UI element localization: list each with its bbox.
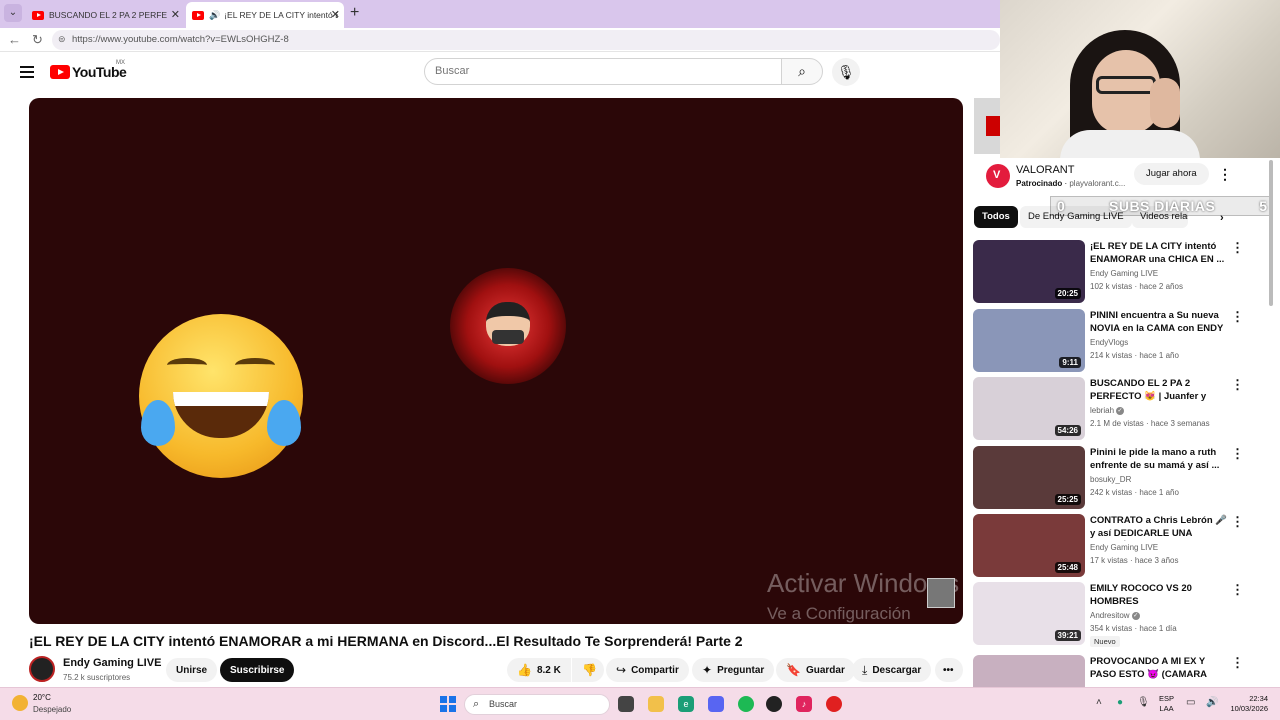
video-thumbnail[interactable]: 20:25 bbox=[973, 240, 1085, 303]
windows-taskbar: 20°C Despejado ⌕ Buscar e ♪ ˄ ● 🎙 ESP LAA… bbox=[0, 687, 1280, 720]
list-item[interactable]: 9:11 PININI encuentra a Su nueva NOVIA e… bbox=[973, 309, 1273, 373]
chip-todos[interactable]: Todos bbox=[974, 206, 1018, 228]
more-vert-icon[interactable]: ⋮ bbox=[1231, 309, 1244, 325]
laughing-emoji-image bbox=[139, 314, 303, 478]
thumbs-up-icon: 👍 bbox=[517, 663, 532, 677]
activate-windows-subtext: Ve a Configuración bbox=[767, 604, 911, 623]
sponsored-ad[interactable]: VALORANT Patrocinado · playvalorant.c...… bbox=[974, 156, 1266, 196]
subscriber-count: 75.2 k suscriptores bbox=[63, 673, 131, 682]
video-thumbnail[interactable]: 25:25 bbox=[973, 446, 1085, 509]
channel-avatar[interactable] bbox=[29, 656, 55, 682]
share-arrow-icon: ↪ bbox=[616, 663, 627, 677]
verified-check-icon: ✓ bbox=[1131, 611, 1140, 620]
tab-list-chevron-icon[interactable]: ⌄ bbox=[4, 4, 22, 22]
download-icon: ⤓ bbox=[862, 662, 868, 677]
list-item[interactable]: 20:25 ¡EL REY DE LA CITY intentó ENAMORA… bbox=[973, 240, 1273, 304]
new-tab-plus-icon[interactable]: + bbox=[350, 4, 359, 22]
address-bar-row: ← ↻ ⊜ https://www.youtube.com/watch?v=EW… bbox=[0, 28, 1000, 52]
video-thumbnail[interactable]: 39:21 bbox=[973, 582, 1085, 645]
sidebar-scrollbar[interactable] bbox=[1269, 160, 1273, 306]
microphone-icon[interactable]: 🎙 bbox=[832, 58, 860, 86]
list-item[interactable]: 54:26 BUSCANDO EL 2 PA 2 PERFECTO 😻 | Ju… bbox=[973, 377, 1273, 441]
speaker-icon[interactable]: 🔊 bbox=[209, 10, 220, 21]
tiktok-icon[interactable]: ♪ bbox=[796, 696, 812, 712]
more-actions-button[interactable]: ••• bbox=[935, 658, 963, 682]
more-vert-icon[interactable]: ⋮ bbox=[1231, 377, 1244, 393]
reload-icon[interactable]: ↻ bbox=[32, 32, 43, 48]
download-button[interactable]: ⤓ Descargar bbox=[852, 658, 932, 682]
video-thumbnail[interactable] bbox=[973, 655, 1085, 687]
search-input[interactable]: Buscar bbox=[424, 58, 782, 85]
url-field[interactable]: ⊜ https://www.youtube.com/watch?v=EWLsOH… bbox=[52, 30, 1000, 50]
dislike-button[interactable]: 👎 bbox=[572, 658, 604, 682]
browser-tab-2[interactable]: 🔊 ¡EL REY DE LA CITY intentó ENAMORAR a … bbox=[186, 2, 344, 28]
recording-app-icon[interactable] bbox=[826, 696, 842, 712]
more-vert-icon[interactable]: ⋮ bbox=[1231, 582, 1244, 598]
weather-sun-icon[interactable] bbox=[12, 695, 28, 711]
ad-thumbnail[interactable] bbox=[974, 98, 1000, 154]
sparkle-icon: ✦ bbox=[702, 663, 713, 677]
channel-name[interactable]: Endy Gaming LIVE bbox=[63, 657, 161, 669]
browser-tab-1[interactable]: BUSCANDO EL 2 PA 2 PERFECTO 😻 ✕ bbox=[26, 2, 184, 28]
like-button[interactable]: 👍 8.2 K bbox=[507, 658, 571, 682]
channel-avatar-graphic bbox=[450, 268, 566, 384]
youtube-play-logo-icon bbox=[50, 65, 70, 79]
more-vert-icon[interactable]: ⋮ bbox=[1231, 514, 1244, 530]
more-vert-icon[interactable]: ⋮ bbox=[1231, 446, 1244, 462]
more-dots-icon: ••• bbox=[943, 664, 954, 676]
bookmark-icon: 🔖 bbox=[786, 663, 801, 677]
save-button[interactable]: 🔖 Guardar bbox=[776, 658, 855, 682]
site-info-icon[interactable]: ⊜ bbox=[58, 34, 66, 45]
discord-icon[interactable] bbox=[708, 696, 724, 712]
tray-app-icon[interactable]: ● bbox=[1117, 697, 1123, 708]
subscribe-button[interactable]: Suscribirse bbox=[220, 658, 295, 682]
overlay-thumbnail-image bbox=[927, 578, 955, 608]
ask-button[interactable]: ✦ Preguntar bbox=[692, 658, 775, 682]
close-tab-icon[interactable]: ✕ bbox=[171, 8, 180, 21]
youtube-header: YouTube MX Buscar ⌕ 🎙 bbox=[0, 52, 1000, 92]
network-icon[interactable]: ▭ bbox=[1186, 697, 1195, 708]
list-item[interactable]: 39:21 EMILY ROCOCO VS 20 HOMBRES Andresi… bbox=[973, 582, 1273, 647]
hamburger-menu-icon[interactable] bbox=[20, 66, 34, 78]
volume-icon[interactable]: 🔊 bbox=[1206, 697, 1218, 708]
video-player[interactable]: Activar Windows Ve a Configuración bbox=[29, 98, 963, 624]
video-thumbnail[interactable]: 54:26 bbox=[973, 377, 1085, 440]
spotify-icon[interactable] bbox=[738, 696, 754, 712]
daily-subs-counter: 0 SUBS DIARIAS 5 bbox=[1050, 196, 1272, 216]
valorant-logo-icon bbox=[986, 164, 1010, 188]
list-item[interactable]: 25:48 CONTRATO a Chris Lebrón 🎤 y así DE… bbox=[973, 514, 1273, 578]
obs-icon[interactable] bbox=[766, 696, 782, 712]
ad-menu-icon[interactable]: ⋮ bbox=[1218, 166, 1232, 183]
back-arrow-icon[interactable]: ← bbox=[8, 32, 21, 47]
play-now-button[interactable]: Jugar ahora bbox=[1134, 163, 1209, 185]
video-thumbnail[interactable]: 9:11 bbox=[973, 309, 1085, 372]
new-badge: Nuevo bbox=[1090, 636, 1120, 647]
youtube-favicon-icon bbox=[192, 10, 204, 20]
more-vert-icon[interactable]: ⋮ bbox=[1231, 655, 1244, 671]
microphone-tray-icon[interactable]: 🎙 bbox=[1137, 697, 1150, 708]
edge-browser-icon[interactable]: e bbox=[678, 696, 694, 712]
more-vert-icon[interactable]: ⋮ bbox=[1231, 240, 1244, 256]
taskbar-search-input[interactable]: ⌕ Buscar bbox=[464, 694, 610, 715]
thumbs-down-icon: 👎 bbox=[582, 663, 597, 677]
join-button[interactable]: Unirse bbox=[166, 658, 218, 682]
windows-start-icon[interactable] bbox=[440, 696, 456, 712]
youtube-logo[interactable]: YouTube MX bbox=[50, 60, 127, 80]
list-item[interactable]: 25:25 Pinini le pide la mano a ruth enfr… bbox=[973, 446, 1273, 510]
video-thumbnail[interactable]: 25:48 bbox=[973, 514, 1085, 577]
verified-check-icon: ✓ bbox=[1116, 406, 1125, 415]
youtube-favicon-icon bbox=[32, 10, 44, 20]
close-tab-icon[interactable]: ✕ bbox=[331, 8, 340, 21]
search-icon: ⌕ bbox=[473, 698, 480, 710]
chevron-up-icon[interactable]: ˄ bbox=[1096, 697, 1102, 708]
file-explorer-icon[interactable] bbox=[648, 696, 664, 712]
language-indicator[interactable]: ESP LAA bbox=[1159, 694, 1174, 714]
task-view-icon[interactable] bbox=[618, 696, 634, 712]
list-item[interactable]: PROVOCANDO A MI EX Y PASO ESTO 😈 (CAMARA… bbox=[973, 655, 1273, 687]
webcam-overlay bbox=[1000, 0, 1280, 158]
share-button[interactable]: ↪ Compartir bbox=[606, 658, 689, 682]
video-title: ¡EL REY DE LA CITY intentó ENAMORAR a mi… bbox=[29, 633, 743, 649]
search-icon[interactable]: ⌕ bbox=[781, 58, 823, 85]
clock[interactable]: 22:34 10/03/2026 bbox=[1226, 694, 1268, 714]
